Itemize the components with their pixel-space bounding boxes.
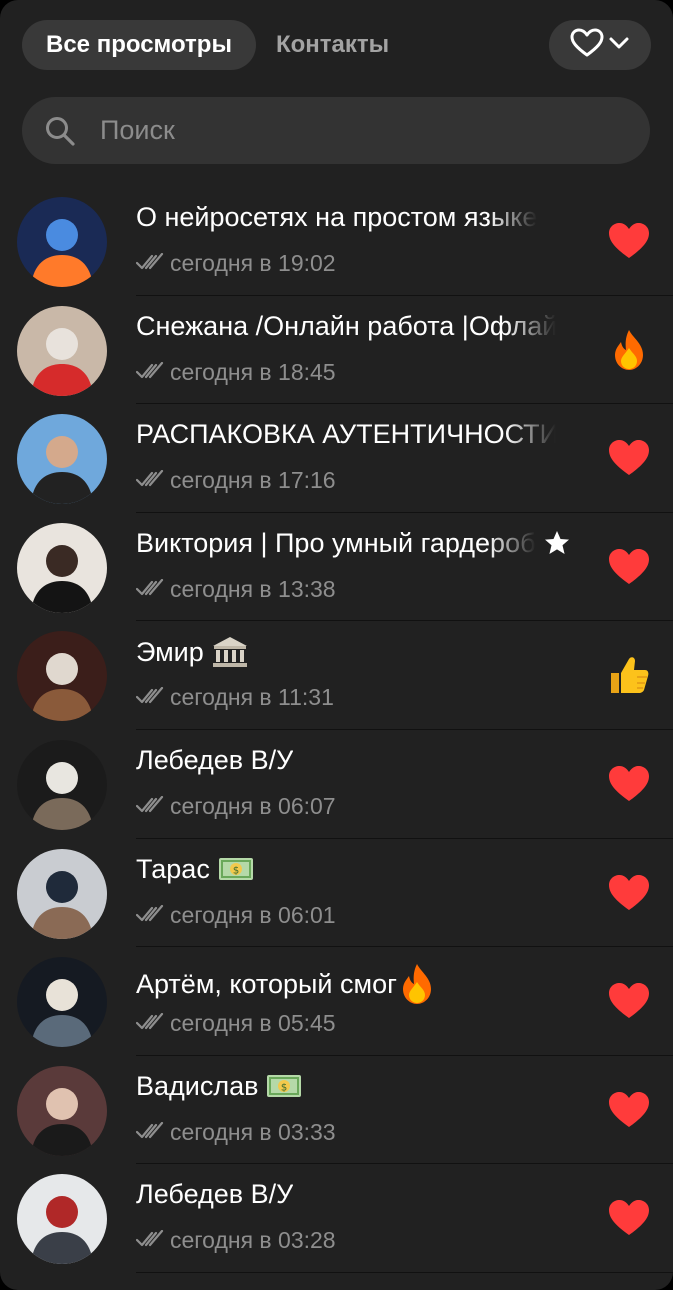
double-check-icon [135,576,164,603]
heart-icon [607,871,651,915]
double-check-icon [135,684,164,711]
thumbs-up-icon [607,653,651,697]
view-time: сегодня в 13:38 [170,575,336,602]
search-input[interactable] [98,114,622,147]
viewer-row[interactable]: Эмир сегодня в 11:31 [0,621,673,730]
viewer-name: Тарас [136,853,210,884]
view-time: сегодня в 19:02 [170,250,336,276]
heart-icon [607,1088,651,1132]
svg-text:$: $ [281,1083,287,1094]
double-check-icon [135,467,164,494]
viewer-name: Эмир [136,636,204,667]
viewer-row[interactable]: Лебедев В/У сегодня в 06:07 [0,730,673,839]
viewer-name-line: Лебедев В/У [136,1179,586,1210]
viewer-row[interactable]: Виктория | Про умный гардероб сегодня в 1… [0,513,673,622]
row-divider [136,1271,673,1273]
viewer-name-line: Виктория | Про умный гардероб [136,528,586,559]
double-check-icon [135,902,164,929]
tab-bar: Все просмотры Контакты [22,20,409,70]
viewer-row[interactable]: Вадислав $ сегодня в 03:33 [0,1056,673,1165]
viewer-row[interactable]: Тарас $ сегодня в 06:01 [0,839,673,948]
tab-all-views[interactable]: Все просмотры [22,20,256,70]
tab-contacts[interactable]: Контакты [256,20,409,70]
avatar [17,848,107,939]
bank-icon [212,636,248,668]
search-bar [22,97,650,164]
view-time: сегодня в 06:01 [170,901,336,928]
double-check-icon [135,1010,164,1037]
heart-icon [607,1196,651,1240]
viewer-row[interactable]: Артём, который смог сегодня в 05:45 [0,947,673,1056]
heart-outline-icon [570,28,604,63]
avatar [17,197,107,287]
search-icon [44,115,76,147]
viewer-name-line: Вадислав $ [136,1071,586,1102]
viewer-row[interactable]: Снежана /Онлайн работа |Офлайн сегодня в … [0,296,673,405]
heart-icon [607,219,651,263]
viewer-name: РАСПАКОВКА АУТЕНТИЧНОСТИ [136,419,556,450]
view-time: сегодня в 05:45 [170,1010,336,1037]
viewer-meta: сегодня в 17:16 [135,467,336,494]
viewer-name-line: Снежана /Онлайн работа |Офлайн [136,311,586,342]
avatar [17,305,107,396]
viewer-name: О нейросетях на простом языке [136,202,538,232]
double-check-icon [135,1227,164,1254]
viewer-name: Лебедев В/У [136,744,294,775]
fire-icon [397,962,437,1006]
viewer-name-line: О нейросетях на простом языке [136,202,586,233]
viewer-row[interactable]: РАСПАКОВКА АУТЕНТИЧНОСТИ сегодня в 17:16 [0,404,673,513]
view-time: сегодня в 03:28 [170,1227,336,1254]
double-check-icon [135,250,164,277]
avatar [17,957,107,1048]
viewer-name: Артём, который смог [136,968,397,999]
viewer-meta: сегодня в 18:45 [135,358,336,386]
viewer-meta: сегодня в 19:02 [135,250,336,277]
view-time: сегодня в 06:07 [170,792,336,819]
viewer-name-line: РАСПАКОВКА АУТЕНТИЧНОСТИ [136,419,586,450]
avatar [17,739,107,830]
viewer-meta: сегодня в 13:38 [135,575,336,603]
viewer-name: Вадислав [136,1070,259,1101]
viewer-row[interactable]: Лебедев В/У сегодня в 03:28 [0,1164,673,1273]
viewer-meta: сегодня в 03:33 [135,1118,336,1146]
view-time: сегодня в 18:45 [170,358,336,385]
viewer-list: О нейросетях на простом языке сегодня в 1… [0,187,673,1273]
viewer-name-line: Эмир [136,636,586,668]
viewer-name-line: Артём, который смог [136,962,586,1006]
viewer-meta: сегодня в 11:31 [135,684,334,711]
avatar [17,1174,107,1265]
avatar [17,631,107,722]
view-time: сегодня в 11:31 [170,684,334,711]
heart-icon [607,762,651,806]
svg-text:$: $ [233,866,239,877]
avatar [17,522,107,613]
avatar [17,414,107,505]
viewer-name: Снежана /Онлайн работа |Офлайн [136,310,556,341]
viewer-meta: сегодня в 06:07 [135,792,336,820]
viewer-meta: сегодня в 05:45 [135,1010,336,1037]
viewer-name: Лебедев В/У [136,1179,294,1210]
viewer-name: Виктория | Про умный гардероб [136,527,536,558]
double-check-icon [135,1119,164,1146]
heart-icon [607,436,651,480]
view-time: сегодня в 17:16 [170,467,336,494]
double-check-icon [135,359,164,386]
viewer-meta: сегодня в 06:01 [135,901,336,929]
viewer-meta: сегодня в 03:28 [135,1227,336,1254]
double-check-icon [135,793,164,820]
viewer-row[interactable]: О нейросетях на простом языке сегодня в 1… [0,187,673,296]
viewers-panel: Все просмотры Контакты О нейросетях на п… [0,0,673,1290]
money-icon: $ [218,855,254,883]
avatar [17,1065,107,1156]
heart-icon [607,545,651,589]
fire-icon [607,328,651,372]
viewer-name-line: Тарас $ [136,854,586,885]
view-time: сегодня в 03:33 [170,1118,336,1145]
money-icon: $ [266,1072,302,1100]
reaction-filter-button[interactable] [549,20,651,70]
star-icon [544,530,570,556]
heart-icon [607,979,651,1023]
viewer-name-line: Лебедев В/У [136,745,586,776]
chevron-down-icon [608,36,630,55]
